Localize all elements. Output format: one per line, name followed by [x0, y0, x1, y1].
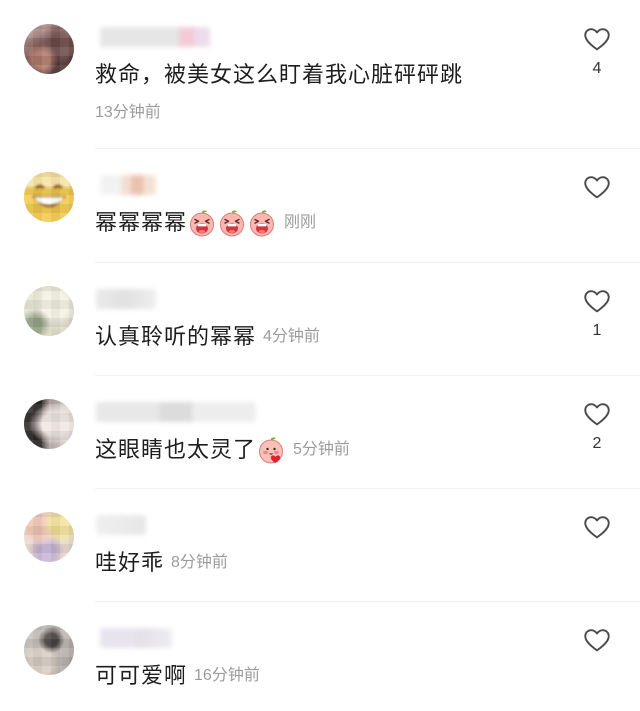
comment-time: 5分钟前 [293, 441, 350, 458]
divider [95, 262, 640, 263]
comment-time: 16分钟前 [194, 667, 260, 684]
laughing-face-avatar-image [24, 172, 74, 222]
blush-heart-emoji [259, 437, 284, 464]
username-blurred[interactable] [96, 289, 156, 309]
like-button[interactable] [582, 512, 612, 542]
comment-line: 幂幂幂幂 刚刚 [95, 208, 316, 238]
comment-item[interactable]: 这眼睛也太灵了 5分钟前 2 [0, 375, 640, 488]
laugh-cry-emoji [220, 210, 245, 237]
username-blurred[interactable] [96, 402, 256, 422]
divider [95, 601, 640, 602]
emoji-group [257, 436, 287, 464]
emoji-group [188, 209, 278, 237]
comment-text: 幂幂幂幂 [95, 210, 188, 235]
comment-time: 刚刚 [284, 214, 317, 231]
like-count: 4 [592, 60, 602, 77]
like-button[interactable] [582, 24, 612, 54]
comment-item[interactable]: 哇好乖 8分钟前 [0, 488, 640, 601]
comment-line: 这眼睛也太灵了 5分钟前 [95, 435, 350, 465]
comment-line: 可可爱啊 16分钟前 [95, 661, 260, 691]
comment-text: 救命，被美女这么盯着我心脏砰砰跳 [95, 62, 464, 87]
heart-outline-icon [584, 176, 610, 199]
laugh-cry-emoji [250, 210, 275, 237]
heart-outline-icon [584, 28, 610, 51]
avatar[interactable] [24, 399, 74, 449]
comment-text: 这眼睛也太灵了 [95, 437, 257, 462]
comment-text: 可可爱啊 [95, 663, 188, 688]
comment-line: 认真聆听的幂幂 4分钟前 [95, 322, 320, 352]
divider [95, 375, 640, 376]
divider [95, 488, 640, 489]
laugh-cry-emoji [190, 210, 215, 237]
heart-outline-icon [584, 629, 610, 652]
heart-outline-icon [584, 403, 610, 426]
avatar[interactable] [24, 512, 74, 562]
divider [95, 148, 640, 149]
comment-line: 救命，被美女这么盯着我心脏砰砰跳 [95, 60, 464, 90]
like-button[interactable] [582, 286, 612, 316]
avatar[interactable] [24, 286, 74, 336]
username-blurred[interactable] [100, 27, 210, 47]
comment-item[interactable]: 救命，被美女这么盯着我心脏砰砰跳 13分钟前 4 [0, 0, 640, 148]
like-button[interactable] [582, 399, 612, 429]
heart-outline-icon [584, 290, 610, 313]
avatar[interactable] [24, 24, 74, 74]
like-button[interactable] [582, 625, 612, 655]
comment-text: 认真聆听的幂幂 [95, 324, 257, 349]
comment-text: 哇好乖 [95, 550, 165, 575]
username-blurred[interactable] [100, 175, 156, 195]
avatar[interactable] [24, 625, 74, 675]
username-blurred[interactable] [100, 628, 172, 648]
comment-line: 哇好乖 8分钟前 [95, 548, 228, 578]
comment-time: 13分钟前 [95, 104, 161, 121]
heart-outline-icon [584, 516, 610, 539]
comment-item[interactable]: 认真聆听的幂幂 4分钟前 1 [0, 262, 640, 375]
comment-item[interactable]: 可可爱啊 16分钟前 [0, 601, 640, 711]
comment-item[interactable]: 幂幂幂幂 刚刚 [0, 148, 640, 262]
like-count: 1 [592, 322, 602, 339]
avatar[interactable] [24, 172, 74, 222]
comment-time: 4分钟前 [263, 328, 320, 345]
like-button[interactable] [582, 172, 612, 202]
comment-time: 8分钟前 [171, 554, 228, 571]
username-blurred[interactable] [96, 515, 146, 535]
like-count: 2 [592, 435, 602, 452]
